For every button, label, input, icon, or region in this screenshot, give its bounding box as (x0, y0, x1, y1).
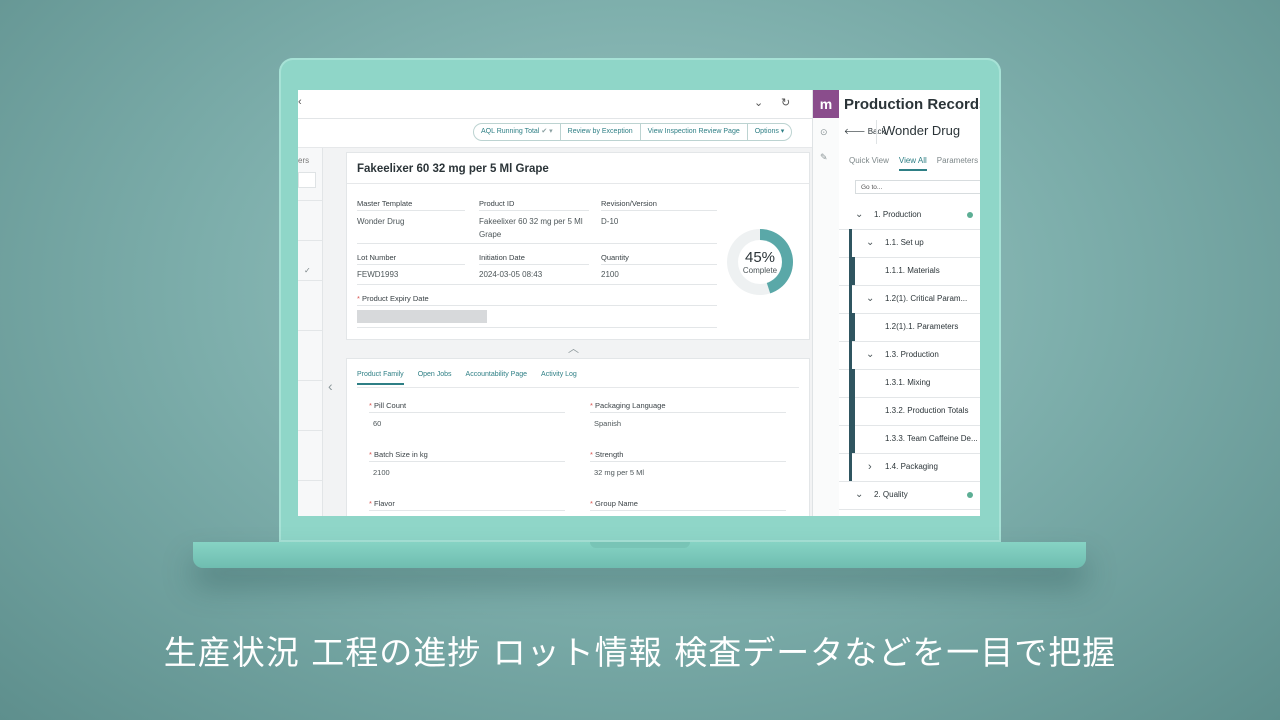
pill-count-label: * Pill Count (369, 401, 407, 410)
status-dot (967, 212, 973, 218)
tab-product-family[interactable]: Product Family (357, 371, 404, 385)
laptop-notch (590, 542, 690, 548)
chevron-down-icon[interactable]: ⌄ (754, 96, 763, 109)
progress-percent: 45% (745, 249, 775, 266)
tree-node-mixing[interactable]: 1.3.1. Mixing (839, 369, 980, 398)
strength-label: * Strength (590, 450, 624, 459)
app-logo: m (813, 90, 839, 118)
goto-input[interactable]: Go to... (855, 180, 980, 194)
record-name: Wonder Drug (883, 123, 961, 138)
initiation-date-value: 2024-03-05 08:43 (479, 270, 543, 279)
tree-node-team-caffeine[interactable]: 1.3.3. Team Caffeine De... (839, 425, 980, 454)
group-name-label: * Group Name (590, 499, 638, 508)
tab-open-jobs[interactable]: Open Jobs (418, 371, 452, 385)
record-header-card: Fakeelixer 60 32 mg per 5 Ml Grape Maste… (346, 152, 810, 340)
check-icon: ✓ (304, 266, 311, 275)
lot-number-label: Lot Number (357, 253, 397, 262)
tree-node-materials[interactable]: 1.1.1. Materials (839, 257, 980, 286)
tree-node-quality[interactable]: ⌄ 2. Quality (839, 481, 980, 510)
production-records-pane: Production Records 🡐 Back Wonder Drug Qu… (839, 90, 980, 516)
tree-node-parameters[interactable]: 1.2(1).1. Parameters (839, 313, 980, 342)
quantity-label: Quantity (601, 253, 629, 262)
batch-size-label: * Batch Size in kg (369, 450, 428, 459)
caption-text: 生産状況 工程の進捗 ロット情報 検査データなどを一目で把握 (163, 633, 1117, 672)
detail-tabs: Product Family Open Jobs Accountability … (357, 371, 577, 385)
batch-size-value: 2100 (373, 468, 390, 477)
revision-value: D-10 (601, 217, 619, 226)
lot-number-value: FEWD1993 (357, 270, 399, 279)
tab-parameters[interactable]: Parameters (937, 156, 978, 171)
progress-donut: 45% Complete (723, 225, 797, 299)
product-detail-card: Product Family Open Jobs Accountability … (346, 358, 810, 516)
packaging-language-label: * Packaging Language (590, 401, 666, 410)
flavor-label: * Flavor (369, 499, 395, 508)
action-bar: AQL Running Total ✔ ▾ Review by Exceptio… (298, 119, 812, 148)
view-inspection-review-button[interactable]: View Inspection Review Page (641, 124, 748, 140)
product-id-label: Product ID (479, 199, 515, 208)
edit-icon[interactable]: ✎ (820, 152, 828, 163)
aql-running-total-button[interactable]: AQL Running Total ✔ ▾ (474, 124, 561, 140)
left-panel-input[interactable] (298, 172, 316, 188)
chevron-down-icon: ⌄ (866, 293, 875, 304)
review-by-exception-button[interactable]: Review by Exception (561, 124, 641, 140)
product-id-value: Fakeelixer 60 32 mg per 5 Ml Grape (479, 217, 583, 239)
pill-count-value: 60 (373, 419, 382, 428)
records-icon[interactable]: ⊙ (820, 127, 828, 138)
chevron-left-icon[interactable]: ‹ (328, 378, 333, 394)
refresh-icon[interactable]: ↻ (781, 96, 790, 109)
options-button[interactable]: Options ▾ (748, 124, 792, 140)
tree-node-production-totals[interactable]: 1.3.2. Production Totals (839, 397, 980, 426)
left-panel: ers ✓ (298, 148, 323, 516)
records-tabs: Quick View View All Parameters (849, 156, 978, 171)
packaging-language-value: Spanish (594, 419, 622, 428)
app-screen: ‹ ⌄ ↻ AQL Running Total ✔ ▾ Review by Ex… (298, 90, 980, 516)
top-bar: ‹ ⌄ ↻ (298, 90, 812, 119)
strength-value: 32 mg per 5 Ml (594, 468, 645, 477)
master-template-value: Wonder Drug (357, 217, 405, 226)
revision-label: Revision/Version (601, 199, 657, 208)
back-button[interactable]: 🡐 Back (844, 126, 885, 136)
chevron-right-icon: › (868, 461, 872, 473)
tree-node-packaging[interactable]: › 1.4. Packaging (839, 453, 980, 482)
production-records-title: Production Records (844, 96, 980, 113)
progress-label: Complete (743, 266, 778, 275)
status-dot (967, 492, 973, 498)
chevron-down-icon: ⌄ (866, 237, 875, 248)
tree-node-critical-parameters[interactable]: ⌄ 1.2(1). Critical Param... (839, 285, 980, 314)
record-title: Fakeelixer 60 32 mg per 5 Ml Grape (357, 163, 549, 175)
chevron-down-icon: ⌄ (855, 489, 864, 500)
expiry-date-input[interactable] (357, 310, 487, 323)
chevron-down-icon: ⌄ (855, 209, 864, 220)
initiation-date-label: Initiation Date (479, 253, 525, 262)
back-edge-icon: ‹ (298, 96, 302, 108)
collapse-chevron-icon[interactable]: ︿ (568, 340, 579, 356)
expiry-date-label: * Product Expiry Date (357, 294, 429, 303)
tab-view-all[interactable]: View All (898, 156, 927, 171)
tab-quick-view[interactable]: Quick View (849, 156, 889, 171)
chevron-down-icon: ⌄ (866, 349, 875, 360)
action-button-group: AQL Running Total ✔ ▾ Review by Exceptio… (473, 123, 793, 141)
tree-node-production[interactable]: ⌄ 1. Production (839, 201, 980, 230)
left-panel-label: ers (298, 156, 310, 165)
tree-node-setup[interactable]: ⌄ 1.1. Set up (839, 229, 980, 258)
icon-rail: m ⊙ ✎ (812, 90, 840, 516)
tree-node-production-sub[interactable]: ⌄ 1.3. Production (839, 341, 980, 370)
tab-activity-log[interactable]: Activity Log (541, 371, 577, 385)
tab-accountability-page[interactable]: Accountability Page (466, 371, 527, 385)
quantity-value: 2100 (601, 270, 619, 279)
master-template-label: Master Template (357, 199, 413, 208)
